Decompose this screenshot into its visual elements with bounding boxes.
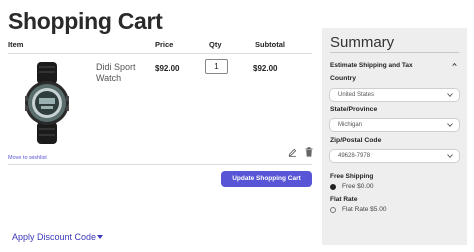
header-divider xyxy=(8,53,312,54)
flat-rate-radio[interactable] xyxy=(330,207,336,213)
chevron-down-icon[interactable] xyxy=(97,235,103,239)
zip-value: 49628-7978 xyxy=(338,153,371,159)
column-header-price: Price xyxy=(155,40,174,49)
free-shipping-option[interactable]: Free $0.00 xyxy=(342,183,373,190)
chevron-up-icon[interactable] xyxy=(452,62,457,67)
update-cart-button[interactable]: Update Shopping Cart xyxy=(221,171,312,187)
state-select[interactable]: Michigan xyxy=(329,118,460,132)
pencil-icon[interactable] xyxy=(288,148,297,157)
country-value: United States xyxy=(338,92,375,98)
chevron-down-icon xyxy=(447,93,453,97)
watch-image[interactable] xyxy=(22,62,72,144)
flat-rate-label: Flat Rate xyxy=(330,196,358,203)
flat-rate-option[interactable]: Flat Rate $5.00 xyxy=(342,206,386,213)
zip-input[interactable]: 49628-7978 xyxy=(329,149,460,163)
apply-discount-toggle[interactable]: Apply Discount Code xyxy=(12,232,96,242)
column-header-qty: Qty xyxy=(209,40,222,49)
column-header-item: Item xyxy=(8,40,24,49)
cart-divider xyxy=(8,164,312,165)
page-title: Shopping Cart xyxy=(8,8,163,34)
free-shipping-radio[interactable] xyxy=(330,184,336,190)
state-value: Michigan xyxy=(338,122,363,128)
summary-panel: Summary Estimate Shipping and Tax Countr… xyxy=(322,28,467,245)
state-label: State/Province xyxy=(330,106,378,113)
trash-icon[interactable] xyxy=(305,147,313,157)
product-name[interactable]: Didi Sport Watch xyxy=(96,62,146,84)
zip-label: Zip/Postal Code xyxy=(330,137,382,144)
product-subtotal: $92.00 xyxy=(253,64,278,73)
country-label: Country xyxy=(330,75,357,82)
quantity-input[interactable]: 1 xyxy=(205,59,228,74)
summary-divider xyxy=(330,52,459,53)
summary-title: Summary xyxy=(330,34,395,51)
estimate-shipping-toggle[interactable]: Estimate Shipping and Tax xyxy=(330,62,413,69)
chevron-down-icon xyxy=(447,123,453,127)
move-to-wishlist-link[interactable]: Move to wishlist xyxy=(8,155,47,161)
country-select[interactable]: United States xyxy=(329,88,460,102)
free-shipping-label: Free Shipping xyxy=(330,173,374,180)
chevron-down-icon xyxy=(447,154,453,158)
product-price: $92.00 xyxy=(155,64,180,73)
column-header-subtotal: Subtotal xyxy=(255,40,285,49)
